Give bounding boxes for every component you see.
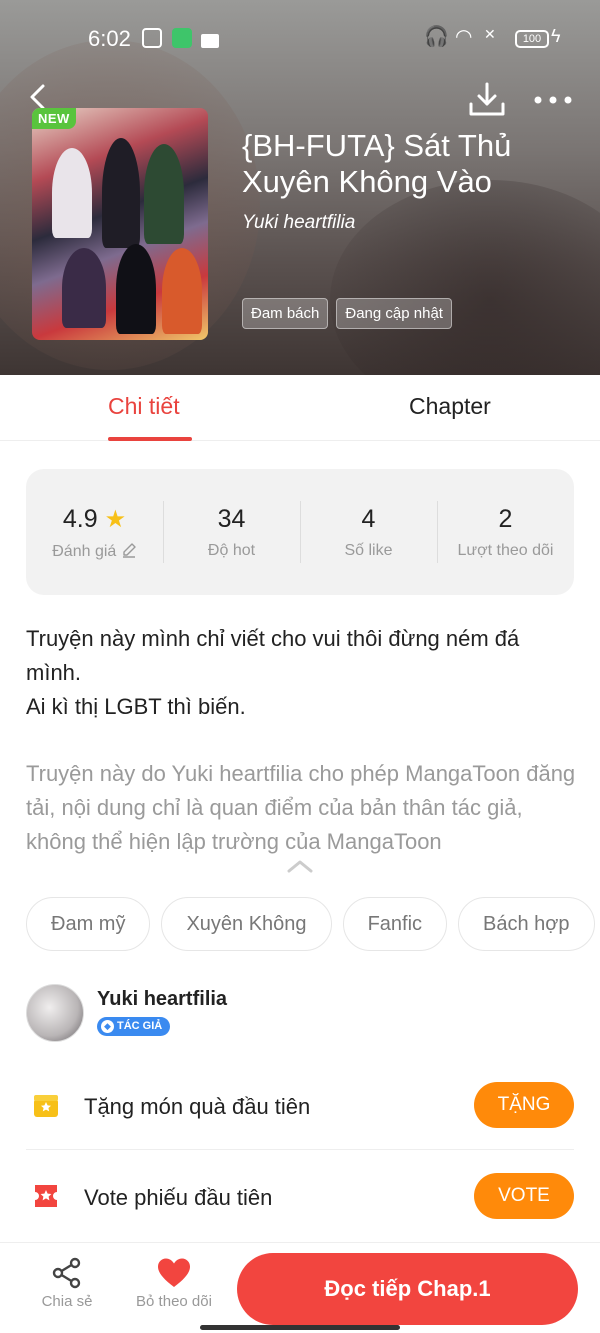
notification-icon <box>172 28 192 48</box>
unfollow-label: Bỏ theo dõi <box>136 1293 212 1310</box>
vote-label: Vote phiếu đầu tiên <box>84 1185 273 1210</box>
chevron-up-icon <box>287 860 313 873</box>
manga-tags: Đam bách Đang cập nhật <box>242 298 452 329</box>
description-line: Ai kì thị LGBT thì biến. <box>26 694 246 719</box>
gift-row: Tặng món quà đầu tiên TẶNG <box>26 1060 574 1150</box>
author-badge: ◆ TÁC GIẢ <box>97 1017 171 1036</box>
gift-label: Tặng món quà đầu tiên <box>84 1094 311 1119</box>
more-options-button[interactable] <box>532 88 574 112</box>
bottom-action-bar: Chia sẻ Bỏ theo dõi Đọc tiếp Chap.1 <box>0 1242 600 1333</box>
description-line: Truyện này mình chỉ viết cho vui thôi đừ… <box>26 626 520 685</box>
star-icon: ★ <box>104 506 127 533</box>
likes-label: Số like <box>344 542 393 559</box>
new-badge: NEW <box>32 108 76 129</box>
home-indicator <box>200 1325 400 1330</box>
more-dots-icon <box>534 96 572 104</box>
ticket-icon <box>35 1185 57 1207</box>
author-badge-label: TÁC GIẢ <box>117 1020 163 1032</box>
share-label: Chia sẻ <box>41 1293 93 1310</box>
continue-reading-button[interactable]: Đọc tiếp Chap.1 <box>237 1253 578 1325</box>
collapse-button[interactable] <box>286 858 314 874</box>
signal-icon: ✕ <box>484 26 496 42</box>
share-button[interactable]: Chia sẻ <box>36 1257 98 1310</box>
manga-header: 6:02 🎧 ◠ ✕ 100 ϟ NEW {BH-FUTA} Sát Thủ X… <box>0 0 600 375</box>
heart-icon <box>158 1258 190 1287</box>
rating-value: 4.9 <box>62 505 98 533</box>
status-time: 6:02 <box>88 26 131 51</box>
hot-value: 34 <box>217 505 246 533</box>
followers-value: 2 <box>498 505 513 533</box>
rating-label: Đánh giá <box>52 543 117 560</box>
download-icon <box>469 82 505 116</box>
tab-chapter[interactable]: Chapter <box>409 393 491 420</box>
stat-hot: 34 Độ hot <box>163 469 300 595</box>
active-tab-indicator <box>108 437 192 441</box>
followers-label: Lượt theo dõi <box>457 542 554 559</box>
tab-detail[interactable]: Chi tiết <box>108 393 180 420</box>
manga-title: {BH-FUTA} Sát Thủ Xuyên Không Vào <box>242 128 512 199</box>
gift-icon <box>34 1095 58 1117</box>
genre-chip[interactable]: Bách hợp <box>458 897 595 951</box>
genre-chip[interactable]: Xuyên Không <box>161 897 332 951</box>
unfollow-button[interactable]: Bỏ theo dõi <box>130 1257 218 1310</box>
author-name[interactable]: Yuki heartfilia <box>97 988 227 1011</box>
stat-likes: 4 Số like <box>300 469 437 595</box>
charging-icon: ϟ <box>551 26 561 46</box>
copyright-disclaimer: Truyện này do Yuki heartfilia cho phép M… <box>26 761 576 854</box>
drop-icon: ◆ <box>101 1020 114 1033</box>
genre-chip[interactable]: Fanfic <box>342 897 448 951</box>
notification-icon <box>201 34 219 48</box>
share-icon <box>52 1257 81 1289</box>
stats-panel: 4.9 ★ Đánh giá 34 Độ hot 4 Số like 2 Lượ… <box>26 469 574 595</box>
vote-row: Vote phiếu đầu tiên VOTE <box>26 1151 574 1241</box>
author-avatar[interactable] <box>26 984 84 1042</box>
wifi-icon: ◠ <box>455 26 473 48</box>
battery-icon: 100 <box>515 30 549 48</box>
tag-chip[interactable]: Đam bách <box>242 298 329 329</box>
download-button[interactable] <box>468 82 506 118</box>
vote-button[interactable]: VOTE <box>474 1173 574 1219</box>
cover-image: NEW <box>32 108 208 340</box>
genre-chips: Đam mỹ Xuyên Không Fanfic Bách hợp <box>26 897 600 953</box>
stat-followers: 2 Lượt theo dõi <box>437 469 574 595</box>
headphones-icon: 🎧 <box>424 26 449 48</box>
tab-bar: Chi tiết Chapter <box>0 375 600 441</box>
genre-chip[interactable]: Đam mỹ <box>26 897 151 951</box>
notification-icon <box>142 28 162 48</box>
status-chip: Đang cập nhật <box>336 298 452 329</box>
hot-label: Độ hot <box>207 542 256 559</box>
likes-value: 4 <box>361 505 376 533</box>
manga-author[interactable]: Yuki heartfilia <box>242 212 355 234</box>
stat-rating[interactable]: 4.9 ★ Đánh giá <box>26 469 163 595</box>
status-bar: 6:02 🎧 ◠ ✕ 100 ϟ <box>0 24 600 54</box>
pencil-icon <box>122 543 136 558</box>
description: Truyện này mình chỉ viết cho vui thôi đừ… <box>26 622 576 724</box>
gift-button[interactable]: TẶNG <box>474 1082 574 1128</box>
